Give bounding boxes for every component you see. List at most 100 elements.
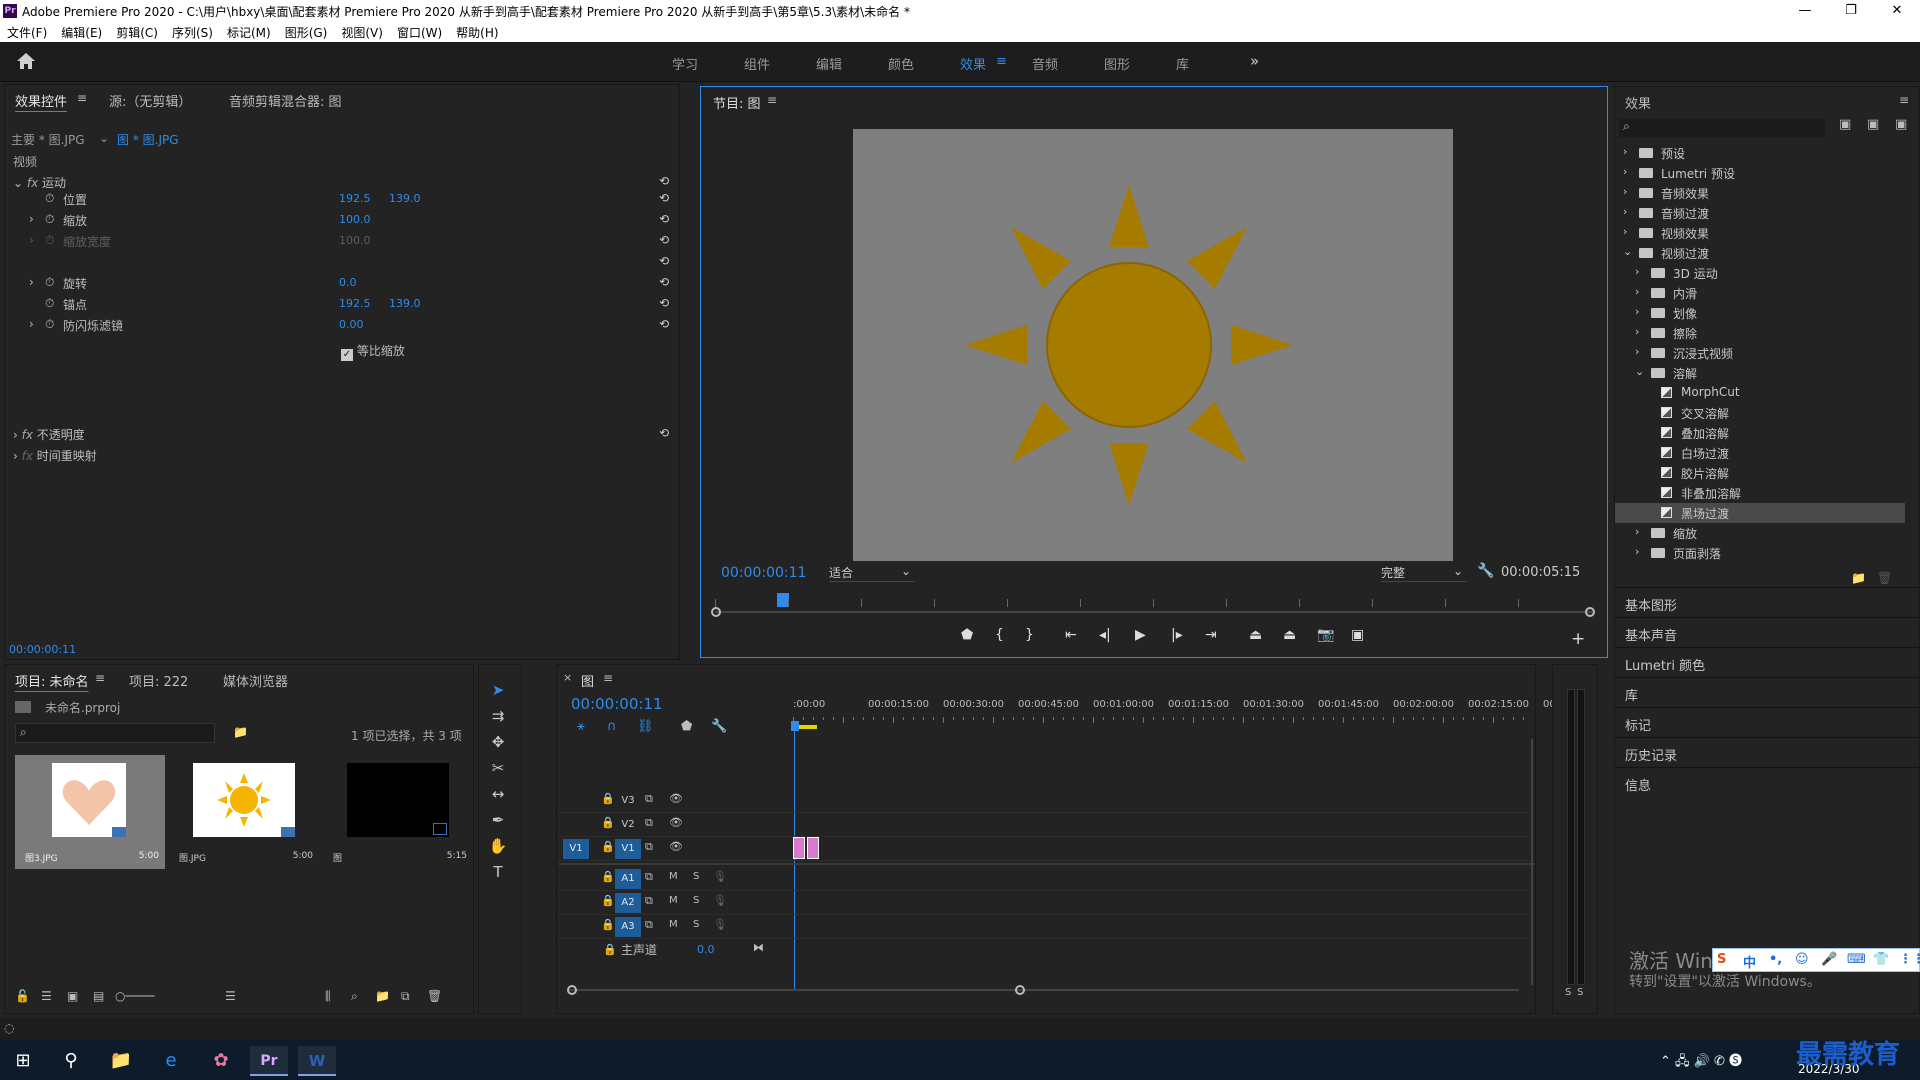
clip-segment[interactable] bbox=[807, 837, 819, 859]
effects-tree-item[interactable]: 叠加溶解 bbox=[1615, 423, 1905, 443]
chevron-down-icon[interactable]: ⌄ bbox=[99, 131, 109, 149]
sort-icon[interactable]: ☰ bbox=[225, 989, 236, 1003]
master-clip-label[interactable]: 主要 * 图.JPG bbox=[11, 131, 85, 149]
effects-tree-item[interactable]: › 音频过渡 bbox=[1615, 203, 1905, 223]
panel-menu-icon[interactable]: ≡ bbox=[767, 93, 777, 107]
microphone-icon[interactable]: 🎙 bbox=[713, 918, 727, 931]
effects-tree-item[interactable]: › 缩放 bbox=[1615, 523, 1905, 543]
home-icon[interactable] bbox=[16, 52, 36, 70]
minimize-button[interactable]: — bbox=[1782, 0, 1828, 22]
eye-icon[interactable]: 👁 bbox=[669, 816, 683, 829]
tab-workspace[interactable]: 编辑 bbox=[816, 54, 842, 73]
menu-item[interactable]: 标记(M) bbox=[220, 22, 278, 41]
microphone-icon[interactable]: 🎙 bbox=[713, 894, 727, 907]
stopwatch-icon[interactable]: ⏱ bbox=[45, 275, 54, 290]
new-bin-icon[interactable]: 📁 bbox=[233, 725, 248, 739]
chevron-icon[interactable]: › bbox=[1623, 205, 1627, 218]
property-value[interactable]: 100.0 bbox=[339, 213, 371, 231]
uniform-scale-checkbox[interactable]: ✓ 等比缩放 bbox=[341, 342, 405, 361]
toggle-sync-lock-icon[interactable]: ⧉ bbox=[645, 918, 653, 932]
playback-resolution-select[interactable]: 完整 ⌄ bbox=[1381, 564, 1467, 582]
stopwatch-icon[interactable]: ⏱ bbox=[45, 191, 54, 206]
icon-view-icon[interactable]: ▣ bbox=[67, 989, 78, 1003]
solo-button[interactable]: S bbox=[693, 871, 699, 882]
audio-track-row[interactable]: 🔒 A1 ⧉ M S 🎙 bbox=[557, 867, 1533, 891]
time-remap-effect[interactable]: › fx 时间重映射 bbox=[13, 447, 97, 465]
reset-icon[interactable]: ⟲ bbox=[659, 191, 669, 205]
project-item-card[interactable]: 图.JPG 5:00 bbox=[169, 755, 319, 869]
scroll-handle-left[interactable] bbox=[567, 985, 577, 995]
effects-tree-item[interactable]: ⌄ 视频过渡 bbox=[1615, 243, 1905, 263]
solo-button[interactable]: S bbox=[693, 919, 699, 930]
effects-tree-item[interactable]: › 音频效果 bbox=[1615, 183, 1905, 203]
panel-menu-icon[interactable]: ≡ bbox=[95, 671, 105, 685]
linked-selection-icon[interactable]: ⛓ bbox=[637, 719, 654, 734]
chevron-icon[interactable]: › bbox=[1635, 345, 1639, 358]
mute-button[interactable]: M bbox=[669, 895, 678, 906]
microphone-icon[interactable]: 🎙 bbox=[713, 870, 727, 883]
chevron-icon[interactable]: › bbox=[1623, 185, 1627, 198]
program-scrub-bar[interactable] bbox=[715, 611, 1595, 613]
effects-tree-item[interactable]: › 沉浸式视频 bbox=[1615, 343, 1905, 363]
selection-tool-icon[interactable]: ➤ bbox=[487, 679, 509, 701]
video-track-row[interactable]: V1 🔒 V1 ⧉ 👁 bbox=[557, 837, 1533, 861]
fx-icon[interactable]: fx bbox=[27, 176, 38, 190]
tab-project-222[interactable]: 项目: 222 bbox=[129, 671, 188, 690]
effects-tree-item[interactable]: › 擦除 bbox=[1615, 323, 1905, 343]
track-select-tool-icon[interactable]: ⇉ bbox=[487, 705, 509, 727]
menu-item[interactable]: 剪辑(C) bbox=[109, 22, 165, 41]
chevron-icon[interactable]: › bbox=[1635, 265, 1639, 278]
stopwatch-icon[interactable]: ⏱ bbox=[45, 212, 54, 227]
transport-compare-view-icon[interactable]: ▣ bbox=[1351, 627, 1364, 643]
menu-item[interactable]: 窗口(W) bbox=[390, 22, 449, 41]
timeline-horizontal-scrollbar[interactable] bbox=[569, 989, 1519, 991]
chevron-icon[interactable]: › bbox=[1635, 545, 1639, 558]
effects-tree-item[interactable]: 白场过渡 bbox=[1615, 443, 1905, 463]
lock-icon[interactable]: 🔒 bbox=[601, 840, 615, 853]
effects-tree-item[interactable]: MorphCut bbox=[1615, 383, 1905, 403]
transport-mark-in-icon[interactable]: { bbox=[995, 627, 1004, 643]
transport-play-button[interactable]: ▶ bbox=[1135, 627, 1146, 643]
expand-chevron-icon[interactable]: › bbox=[29, 275, 34, 289]
zoom-slider[interactable]: ○──── bbox=[115, 989, 154, 1003]
tab-workspace[interactable]: 库 bbox=[1176, 54, 1189, 73]
ime-item[interactable]: ⌨ bbox=[1847, 952, 1866, 967]
panel-section-header[interactable]: 信息 bbox=[1615, 767, 1920, 797]
transport-go-to-in-icon[interactable]: ⇤ bbox=[1065, 627, 1077, 643]
mute-button[interactable]: M bbox=[669, 919, 678, 930]
transport-extract-icon[interactable]: ⏏ bbox=[1283, 627, 1296, 643]
taskbar-app-icon[interactable]: e bbox=[152, 1046, 190, 1076]
tab-workspace[interactable]: 图形 bbox=[1104, 54, 1130, 73]
tab-project-unnamed[interactable]: 项目: 未命名 bbox=[15, 671, 89, 690]
track-label[interactable]: A3 bbox=[615, 917, 641, 937]
lock-icon[interactable]: 🔒 bbox=[601, 918, 615, 931]
tab-audio-clip-mixer[interactable]: 音频剪辑混合器: 图 bbox=[229, 91, 342, 110]
snap-icon[interactable]: ∩ bbox=[607, 719, 617, 734]
menu-item[interactable]: 编辑(E) bbox=[54, 22, 109, 41]
expand-chevron-icon[interactable]: › bbox=[29, 233, 34, 247]
taskbar-app-icon[interactable]: 📁 bbox=[102, 1046, 140, 1076]
panel-section-header[interactable]: 标记 bbox=[1615, 707, 1920, 737]
tab-workspace[interactable]: 组件 bbox=[744, 54, 770, 73]
effects-tree-item[interactable]: 胶片溶解 bbox=[1615, 463, 1905, 483]
system-tray-icons[interactable]: ⌃ 🖧 🔊 ✆ 🅢 bbox=[1660, 1050, 1742, 1074]
toggle-sync-lock-icon[interactable]: ⧉ bbox=[645, 840, 653, 854]
menu-item[interactable]: 视图(V) bbox=[334, 22, 390, 41]
type-tool-icon[interactable]: T bbox=[487, 861, 509, 883]
expand-chevron-icon[interactable]: ⌄ bbox=[13, 176, 23, 190]
maximize-button[interactable]: ❐ bbox=[1828, 0, 1874, 22]
effects-tree-item[interactable]: › 视频效果 bbox=[1615, 223, 1905, 243]
chevron-icon[interactable]: › bbox=[1635, 525, 1639, 538]
reset-icon[interactable]: ⟲ bbox=[659, 212, 669, 226]
effects-tree-item[interactable]: › 页面剥落 bbox=[1615, 543, 1905, 563]
scroll-handle-right[interactable] bbox=[1015, 985, 1025, 995]
scrub-end-handle[interactable] bbox=[1585, 607, 1595, 617]
panel-section-header[interactable]: 基本图形 bbox=[1615, 587, 1920, 617]
chevron-icon[interactable]: ⌄ bbox=[1623, 245, 1632, 258]
accelerated-effects-icon[interactable]: ▣ bbox=[1839, 117, 1851, 132]
close-button[interactable]: ✕ bbox=[1874, 0, 1920, 22]
property-value[interactable]: 192.5 bbox=[339, 192, 371, 210]
panel-section-header[interactable]: 历史记录 bbox=[1615, 737, 1920, 767]
panel-menu-icon[interactable]: ≡ bbox=[603, 671, 613, 685]
hand-tool-icon[interactable]: ✋ bbox=[487, 835, 509, 857]
